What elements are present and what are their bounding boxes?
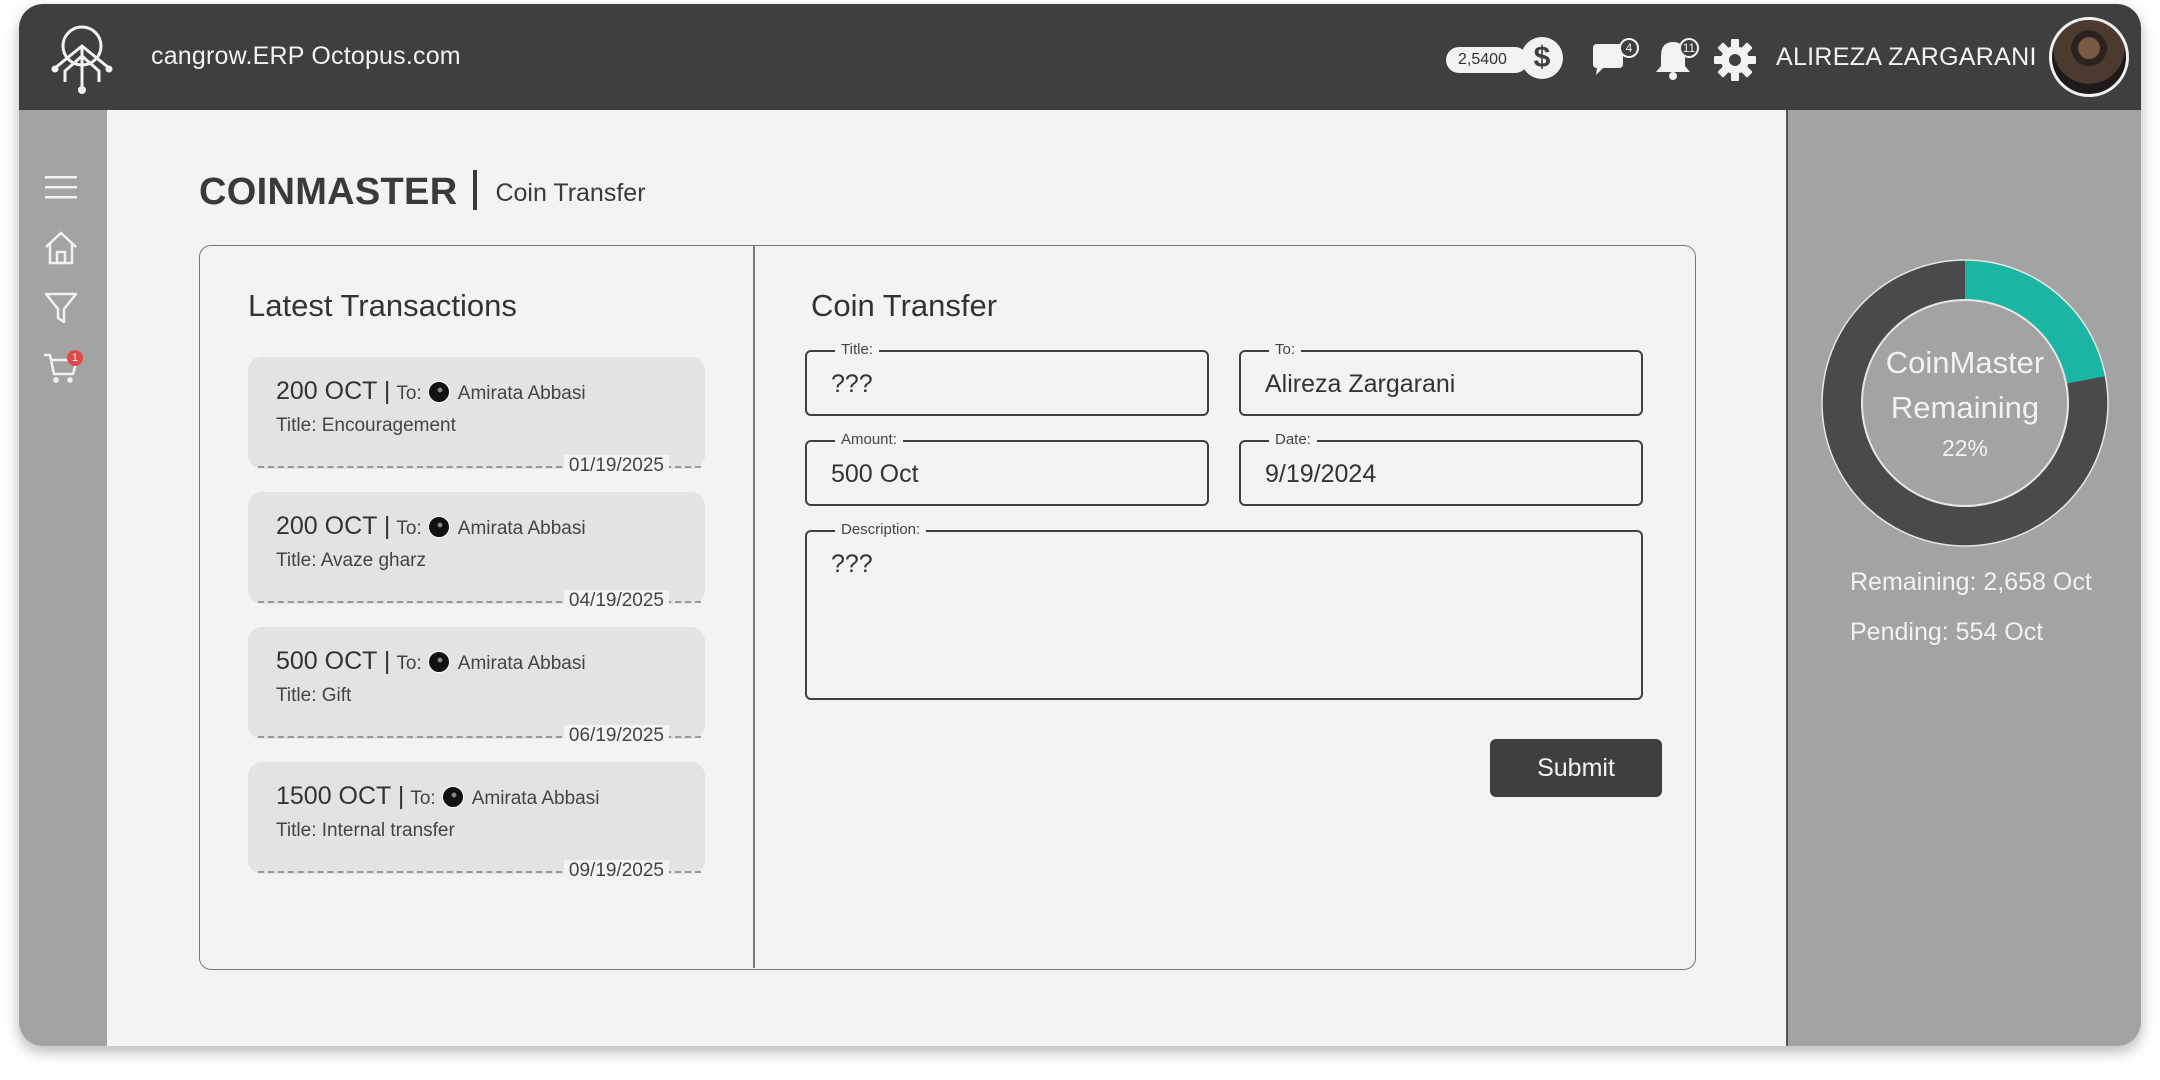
gear-icon[interactable] bbox=[1713, 38, 1757, 82]
transaction-recipient: Amirata Abbasi bbox=[457, 653, 586, 674]
cart-badge: 1 bbox=[67, 350, 83, 366]
recipient-avatar bbox=[441, 786, 464, 808]
title-separator bbox=[473, 170, 478, 210]
home-icon[interactable] bbox=[41, 228, 81, 268]
transaction-amount: 200 OCT | bbox=[276, 377, 391, 405]
site-title[interactable]: cangrow.ERP Octopus.com bbox=[151, 42, 461, 71]
dollar-coin-icon[interactable]: $ bbox=[1521, 37, 1563, 79]
transaction-item[interactable]: 200 OCT | To: Amirata Abbasi Title: Encour… bbox=[248, 357, 705, 477]
donut-label-line1: CoinMaster bbox=[1885, 345, 2045, 380]
page-header: COINMASTER Coin Transfer bbox=[199, 170, 646, 214]
user-avatar[interactable] bbox=[2049, 17, 2129, 97]
submit-button[interactable]: Submit bbox=[1490, 739, 1662, 797]
transaction-to-label: To: bbox=[396, 383, 422, 404]
donut-label-line2: Remaining bbox=[1890, 390, 2040, 425]
title-field[interactable]: Title: ??? bbox=[805, 341, 1209, 416]
transaction-recipient: Amirata Abbasi bbox=[457, 518, 586, 539]
transactions-heading: Latest Transactions bbox=[248, 288, 517, 323]
sidebar: 1 bbox=[19, 110, 107, 1046]
date-field-value[interactable]: 9/19/2024 bbox=[1265, 460, 1376, 489]
transaction-to-label: To: bbox=[396, 653, 422, 674]
transaction-title: Title: Gift bbox=[276, 685, 352, 706]
transaction-date: 01/19/2025 bbox=[563, 455, 669, 477]
donut-label: CoinMaster Remaining bbox=[1820, 340, 2110, 430]
transaction-recipient: Amirata Abbasi bbox=[471, 788, 600, 809]
date-field[interactable]: Date: 9/19/2024 bbox=[1239, 431, 1643, 506]
user-name[interactable]: ALIREZA ZARGARANI bbox=[1776, 43, 2037, 72]
page-subtitle: Coin Transfer bbox=[495, 179, 646, 207]
transaction-title: Title: Internal transfer bbox=[276, 820, 455, 841]
transaction-date: 04/19/2025 bbox=[563, 590, 669, 612]
date-field-label: Date: bbox=[1269, 431, 1317, 448]
recipient-avatar bbox=[427, 516, 450, 538]
remaining-stat: Remaining: 2,658 Oct bbox=[1850, 568, 2092, 596]
transaction-item[interactable]: 200 OCT | To: Amirata Abbasi Title: Avaze … bbox=[248, 492, 705, 612]
pending-stat: Pending: 554 Oct bbox=[1850, 618, 2044, 646]
menu-icon[interactable] bbox=[41, 168, 81, 208]
amount-field-value[interactable]: 500 Oct bbox=[831, 460, 919, 489]
transaction-amount: 1500 OCT | bbox=[276, 782, 405, 810]
recipient-avatar bbox=[427, 381, 450, 403]
transaction-amount: 500 OCT | bbox=[276, 647, 391, 675]
title-field-label: Title: bbox=[835, 341, 879, 358]
donut-percent: 22% bbox=[1941, 435, 1989, 461]
filter-icon[interactable] bbox=[41, 288, 81, 328]
to-field-value[interactable]: Alireza Zargarani bbox=[1265, 370, 1455, 399]
description-field-label: Description: bbox=[835, 521, 927, 538]
octopus-logo-icon[interactable] bbox=[41, 16, 123, 98]
coin-balance[interactable]: 2,5400 bbox=[1446, 47, 1528, 73]
form-heading: Coin Transfer bbox=[811, 288, 998, 323]
description-field-value[interactable]: ??? bbox=[831, 550, 873, 579]
description-field[interactable]: Description: ??? bbox=[805, 521, 1643, 700]
to-field[interactable]: To: Alireza Zargarani bbox=[1239, 341, 1643, 416]
transaction-item[interactable]: 500 OCT | To: Amirata Abbasi Title: Gift 0… bbox=[248, 627, 705, 747]
app-title: COINMASTER bbox=[199, 171, 458, 213]
transaction-date: 09/19/2025 bbox=[563, 860, 669, 882]
amount-field-label: Amount: bbox=[835, 431, 903, 448]
title-field-value[interactable]: ??? bbox=[831, 370, 873, 399]
transaction-title: Title: Encouragement bbox=[276, 415, 456, 436]
transfer-card: Latest Transactions 200 OCT | To: Amirata … bbox=[199, 245, 1696, 970]
transaction-to-label: To: bbox=[410, 788, 436, 809]
transaction-title: Title: Avaze gharz bbox=[276, 550, 426, 571]
app-window: cangrow.ERP Octopus.com 2,5400 $ 4 11 AL… bbox=[19, 4, 2141, 1046]
remaining-donut-chart: CoinMaster Remaining 22% bbox=[1820, 258, 2110, 548]
recipient-avatar bbox=[427, 651, 450, 673]
notifications-badge: 11 bbox=[1679, 38, 1699, 58]
transaction-recipient: Amirata Abbasi bbox=[457, 383, 586, 404]
to-field-label: To: bbox=[1269, 341, 1302, 358]
summary-panel: CoinMaster Remaining 22% Remaining: 2,65… bbox=[1786, 110, 2141, 1046]
transaction-amount: 200 OCT | bbox=[276, 512, 391, 540]
transaction-item[interactable]: 1500 OCT | To: Amirata Abbasi Title: Inter… bbox=[248, 762, 705, 882]
card-divider bbox=[753, 246, 755, 968]
top-bar: cangrow.ERP Octopus.com 2,5400 $ 4 11 AL… bbox=[19, 4, 2141, 110]
transaction-to-label: To: bbox=[396, 518, 422, 539]
transaction-date: 06/19/2025 bbox=[563, 725, 669, 747]
amount-field[interactable]: Amount: 500 Oct bbox=[805, 431, 1209, 506]
messages-badge: 4 bbox=[1619, 38, 1639, 58]
